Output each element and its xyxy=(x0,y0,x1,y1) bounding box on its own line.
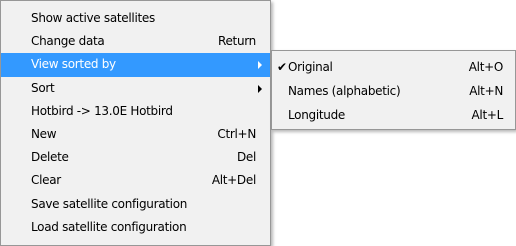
menu-item-change-data[interactable]: Change data Return xyxy=(1,30,270,53)
submenu-item-shortcut: Alt+L xyxy=(471,108,504,122)
submenu-item-label: Original xyxy=(288,60,333,74)
menu-item-shortcut: Return xyxy=(217,34,256,49)
menu-item-shortcut: Alt+Del xyxy=(211,173,256,188)
menu-item-sort[interactable]: Sort xyxy=(1,77,270,100)
submenu-item-original[interactable]: ✔ Original Alt+O xyxy=(272,55,515,79)
menu-item-label: Clear xyxy=(31,173,61,188)
submenu-arrow-icon xyxy=(258,61,262,70)
submenu-arrow-icon xyxy=(258,84,262,93)
menu-item-load-satellite-configuration[interactable]: Load satellite configuration xyxy=(1,216,270,239)
menu-item-label: Delete xyxy=(31,150,69,165)
menu-item-delete[interactable]: Delete Del xyxy=(1,146,270,169)
submenu-item-longitude[interactable]: Longitude Alt+L xyxy=(272,103,515,127)
submenu-item-names-alphabetic[interactable]: Names (alphabetic) Alt+N xyxy=(272,79,515,103)
submenu-item-shortcut: Alt+N xyxy=(469,84,503,98)
submenu-item-label: Longitude xyxy=(288,108,345,122)
menu-item-label: Sort xyxy=(31,80,55,95)
view-sorted-by-submenu: ✔ Original Alt+O Names (alphabetic) Alt+… xyxy=(271,50,516,130)
menu-item-label: Load satellite configuration xyxy=(31,219,187,234)
menu-item-shortcut: Del xyxy=(236,150,256,165)
menu-item-show-active-satellites[interactable]: Show active satellites xyxy=(1,7,270,30)
menu-item-hotbird[interactable]: Hotbird -> 13.0E Hotbird xyxy=(1,100,270,123)
submenu-item-label: Names (alphabetic) xyxy=(288,84,401,98)
checkmark-icon: ✔ xyxy=(277,60,288,74)
menu-item-label: View sorted by xyxy=(31,57,116,72)
menu-item-shortcut: Ctrl+N xyxy=(217,126,256,141)
menu-item-view-sorted-by[interactable]: View sorted by xyxy=(1,53,270,77)
menu-item-save-satellite-configuration[interactable]: Save satellite configuration xyxy=(1,193,270,216)
menu-item-label: Change data xyxy=(31,34,105,49)
menu-item-new[interactable]: New Ctrl+N xyxy=(1,123,270,146)
menu-item-label: Show active satellites xyxy=(31,11,155,25)
menu-item-label: Save satellite configuration xyxy=(31,196,188,211)
menu-item-label: New xyxy=(31,126,57,141)
menu-item-label: Hotbird -> 13.0E Hotbird xyxy=(31,103,173,118)
context-menu: Show active satellites Change data Retur… xyxy=(0,0,271,246)
menu-item-clear[interactable]: Clear Alt+Del xyxy=(1,169,270,192)
submenu-item-shortcut: Alt+O xyxy=(468,60,504,74)
